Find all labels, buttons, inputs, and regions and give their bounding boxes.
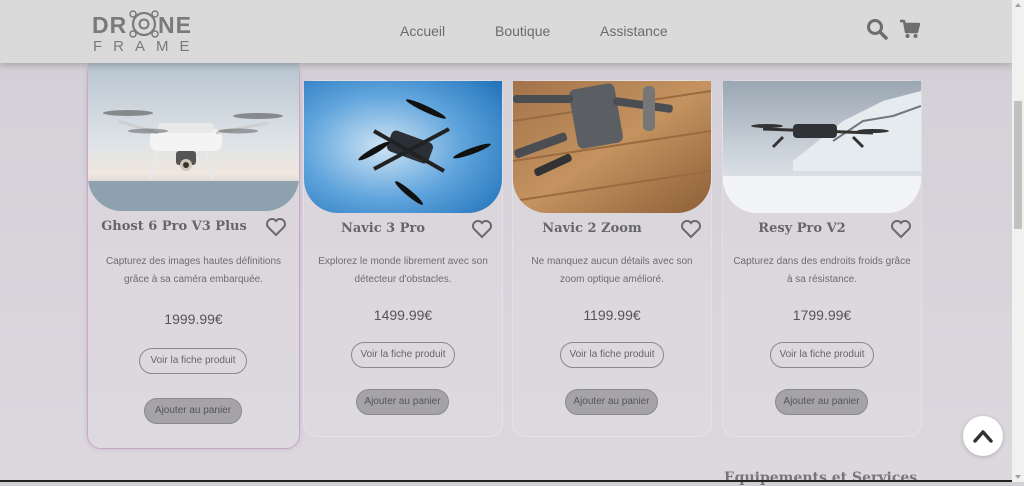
nav-help[interactable]: Assistance [600, 23, 668, 39]
page-scrollbar[interactable] [1012, 0, 1024, 482]
add-to-cart-button[interactable]: Ajouter au panier [356, 389, 449, 415]
site-header: DR NE FRAME Accueil Boutique Assistance [0, 0, 1012, 63]
product-title[interactable]: Resy Pro V2 [723, 221, 881, 236]
view-product-button[interactable]: Voir la fiche produit [770, 342, 874, 368]
search-icon[interactable] [866, 18, 888, 40]
product-price: 1799.99€ [792, 307, 852, 323]
heart-icon[interactable] [680, 219, 702, 239]
product-price: 1199.99€ [583, 307, 641, 323]
product-image-navic3[interactable] [304, 81, 502, 213]
nav-home[interactable]: Accueil [400, 23, 445, 39]
scroll-thumb[interactable] [1014, 101, 1022, 229]
product-image-navic2[interactable] [513, 81, 711, 213]
add-to-cart-button[interactable]: Ajouter au panier [144, 398, 242, 424]
heart-icon[interactable] [265, 217, 287, 237]
product-description: Explorez le monde librement avec son dét… [318, 256, 488, 285]
product-card-navic3: Navic 3 Pro Explorez le monde librement … [303, 80, 503, 437]
scroll-down-arrow[interactable] [1015, 475, 1021, 479]
heart-icon[interactable] [890, 219, 912, 239]
product-price: 1999.99€ [164, 311, 223, 327]
svg-text:FRAME: FRAME [93, 38, 196, 53]
product-price: 1499.99€ [373, 307, 433, 323]
product-title[interactable]: Navic 3 Pro [304, 221, 462, 236]
drone-frame-logo[interactable]: DR NE FRAME [92, 9, 196, 55]
view-product-button[interactable]: Voir la fiche produit [560, 342, 664, 368]
add-to-cart-button[interactable]: Ajouter au panier [775, 389, 868, 415]
view-product-button[interactable]: Voir la fiche produit [139, 348, 247, 374]
scroll-up-arrow[interactable] [1015, 3, 1021, 7]
section-heading: Equipements et Services [724, 470, 918, 486]
svg-text:NE: NE [158, 12, 192, 38]
add-to-cart-button[interactable]: Ajouter au panier [565, 389, 658, 415]
back-to-top-button[interactable] [963, 416, 1003, 456]
product-description: Capturez dans des endroits froids grâce … [733, 256, 911, 285]
heart-icon[interactable] [471, 219, 493, 239]
product-description: Ne manquez aucun détails avec son zoom o… [531, 256, 693, 285]
view-product-button[interactable]: Voir la fiche produit [351, 342, 455, 368]
product-image-ghost[interactable] [88, 61, 299, 211]
product-card-ghost: Ghost 6 Pro V3 Plus Capturez des images … [87, 60, 300, 449]
product-card-resy: Resy Pro V2 Capturez dans des endroits f… [722, 80, 922, 437]
svg-text:DR: DR [92, 12, 127, 38]
product-description: Capturez des images hautes définitions g… [105, 256, 282, 285]
product-title[interactable]: Ghost 6 Pro V3 Plus [88, 219, 260, 234]
product-image-resy[interactable] [723, 81, 921, 213]
nav-shop[interactable]: Boutique [495, 23, 550, 39]
product-title[interactable]: Navic 2 Zoom [513, 221, 671, 236]
cart-icon[interactable] [899, 18, 921, 40]
chevron-up-icon [973, 430, 993, 443]
product-card-navic2: Navic 2 Zoom Ne manquez aucun détails av… [512, 80, 712, 437]
